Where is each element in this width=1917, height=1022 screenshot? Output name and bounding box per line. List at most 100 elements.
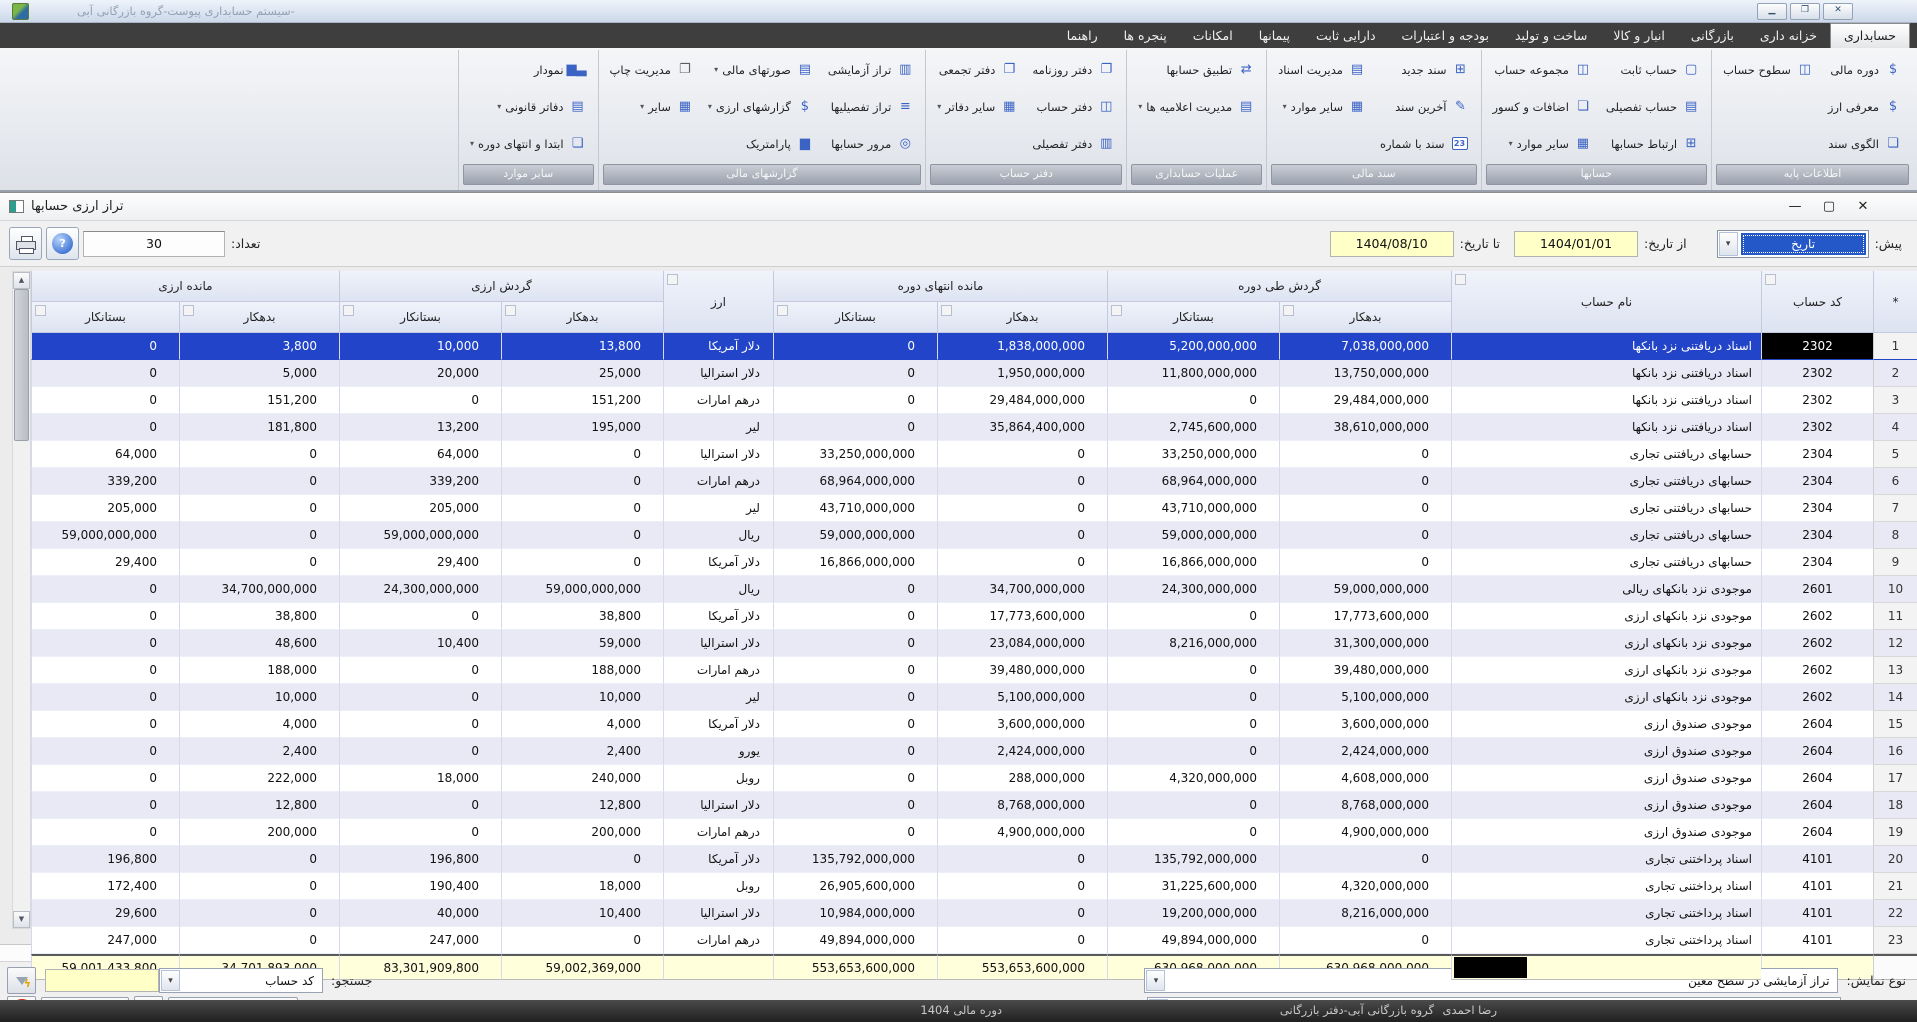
period-credit-cell[interactable]: 33,250,000,000 [1107,441,1279,468]
period-debit-cell[interactable]: 0 [1279,846,1451,873]
account-code-cell[interactable]: 2304 [1761,495,1873,522]
period-credit-cell[interactable]: 0 [1107,819,1279,846]
ending-debit-cell[interactable]: 5,100,000,000 [937,684,1107,711]
account-code-cell[interactable]: 2601 [1761,576,1873,603]
fx-turnover-credit-cell[interactable]: 0 [339,819,501,846]
period-debit-cell[interactable]: 8,216,000,000 [1279,900,1451,927]
fx-balance-credit-cell[interactable]: 0 [31,792,179,819]
filter-by-combobox[interactable]: تاریخ ▾ [1717,230,1869,258]
row-number-cell[interactable]: 17 [1873,765,1917,792]
chevron-down-icon[interactable]: ▾ [161,970,180,991]
ending-debit-cell[interactable]: 1,838,000,000 [937,333,1107,360]
ending-debit-cell[interactable]: 0 [937,873,1107,900]
to-date-field[interactable]: 1404/08/10 [1330,231,1454,257]
ending-debit-cell[interactable]: 23,084,000,000 [937,630,1107,657]
fx-balance-debit-cell[interactable]: 12,800 [179,792,339,819]
menu-tab-5[interactable]: ساخت و تولید [1502,23,1600,48]
period-debit-cell[interactable]: 8,768,000,000 [1279,792,1451,819]
row-number-cell[interactable]: 22 [1873,900,1917,927]
fx-balance-debit-cell[interactable]: 0 [179,873,339,900]
fx-balance-credit-cell[interactable]: 59,000,000,000 [31,522,179,549]
doc-close-button[interactable]: ✕ [1846,199,1880,214]
column-checkbox[interactable] [35,305,46,316]
fx-turnover-debit-cell[interactable]: 200,000 [501,819,663,846]
fx-turnover-debit-cell[interactable]: 0 [501,468,663,495]
fx-balance-debit-cell[interactable]: 181,800 [179,414,339,441]
period-debit-cell[interactable]: 0 [1279,522,1451,549]
table-row[interactable]: 52304حسابهای دریافتنی تجاری033,250,000,0… [31,441,1917,468]
ending-credit-cell[interactable]: 0 [773,819,937,846]
fx-turnover-credit-cell[interactable]: 24,300,000,000 [339,576,501,603]
menu-tab-10[interactable]: پنجره ها [1111,23,1180,48]
ribbon-button[interactable]: ❐دفتر تجمعی [930,51,1025,88]
fx-turnover-debit-cell[interactable]: 25,000 [501,360,663,387]
currency-cell[interactable]: لیر [663,414,773,441]
period-credit-cell[interactable]: 0 [1107,657,1279,684]
menu-tab-6[interactable]: بودجه و اعتبارات [1389,23,1502,48]
fx-turnover-debit-cell[interactable]: 2,400 [501,738,663,765]
fx-balance-credit-cell[interactable]: 0 [31,630,179,657]
account-name-cell[interactable]: اسناد دریافتنی نزد بانکها [1451,387,1761,414]
table-row[interactable]: 192604موجودی صندوق ارزی4,900,000,00004,9… [31,819,1917,846]
period-debit-cell[interactable]: 31,300,000,000 [1279,630,1451,657]
period-debit-cell[interactable]: 4,320,000,000 [1279,873,1451,900]
row-number-cell[interactable]: 15 [1873,711,1917,738]
fx-turnover-credit-cell[interactable]: 196,800 [339,846,501,873]
account-name-cell[interactable]: اسناد دریافتنی نزد بانکها [1451,414,1761,441]
fx-turnover-credit-cell[interactable]: 13,200 [339,414,501,441]
account-code-header[interactable]: کد حساب [1761,271,1873,333]
ending-credit-cell[interactable]: 26,905,600,000 [773,873,937,900]
fx-balance-debit-cell[interactable]: 3,800 [179,333,339,360]
period-debit-cell[interactable]: 38,610,000,000 [1279,414,1451,441]
row-number-cell[interactable]: 20 [1873,846,1917,873]
fx-turnover-debit-cell[interactable]: 0 [501,549,663,576]
ribbon-button[interactable]: ◫سطوح حساب [1716,51,1821,88]
account-name-cell[interactable]: حسابهای دریافتنی تجاری [1451,549,1761,576]
period-credit-cell[interactable]: 135,792,000,000 [1107,846,1279,873]
currency-cell[interactable]: دلار استرالیا [663,441,773,468]
account-name-cell[interactable]: حسابهای دریافتنی تجاری [1451,441,1761,468]
account-code-cell[interactable]: 2602 [1761,603,1873,630]
table-row[interactable]: 142602موجودی نزد بانکهای ارزی5,100,000,0… [31,684,1917,711]
period-debit-cell[interactable]: 0 [1279,549,1451,576]
fx-balance-debit-cell[interactable]: 0 [179,495,339,522]
table-row[interactable]: 234101اسناد پرداختنی تجاری049,894,000,00… [31,927,1917,954]
period-credit-cell[interactable]: 31,225,600,000 [1107,873,1279,900]
ribbon-button[interactable]: ▤مدیریت اعلامیه ها▾ [1131,88,1262,125]
fx-turnover-credit-cell[interactable]: 10,000 [339,333,501,360]
table-row[interactable]: 62304حسابهای دریافتنی تجاری068,964,000,0… [31,468,1917,495]
currency-cell[interactable]: دلار استرالیا [663,900,773,927]
period-debit-cell[interactable]: 0 [1279,468,1451,495]
table-row[interactable]: 152604موجودی صندوق ارزی3,600,000,00003,6… [31,711,1917,738]
row-number-cell[interactable]: 8 [1873,522,1917,549]
account-code-cell[interactable]: 2304 [1761,522,1873,549]
fx-turnover-credit-cell[interactable]: 29,400 [339,549,501,576]
fx-balance-credit-cell[interactable]: 0 [31,765,179,792]
account-name-cell[interactable]: موجودی نزد بانکهای ارزی [1451,657,1761,684]
fx-balance-credit-cell[interactable]: 0 [31,738,179,765]
ending-debit-cell[interactable]: 0 [937,900,1107,927]
period-debit-cell[interactable]: 13,750,000,000 [1279,360,1451,387]
column-checkbox[interactable] [1111,305,1122,316]
currency-cell[interactable]: روبل [663,873,773,900]
period-debit-cell[interactable]: 39,480,000,000 [1279,657,1451,684]
period-credit-cell[interactable]: 19,200,000,000 [1107,900,1279,927]
debit-subheader[interactable]: بدهکار [501,302,663,333]
ending-credit-cell[interactable]: 0 [773,360,937,387]
ribbon-button[interactable]: ❏ابتدا و انتهای دوره▾ [463,125,594,162]
column-checkbox[interactable] [777,305,788,316]
fx-turnover-debit-cell[interactable]: 13,800 [501,333,663,360]
ending-credit-cell[interactable]: 43,710,000,000 [773,495,937,522]
fx-balance-debit-cell[interactable]: 34,700,000,000 [179,576,339,603]
account-name-cell[interactable]: حسابهای دریافتنی تجاری [1451,522,1761,549]
ribbon-button[interactable]: $گزارشهای ارزی▾ [701,88,821,125]
currency-cell[interactable]: دلار آمریکا [663,549,773,576]
account-name-cell[interactable]: موجودی صندوق ارزی [1451,819,1761,846]
fx-balance-credit-cell[interactable]: 205,000 [31,495,179,522]
period-debit-cell[interactable]: 2,424,000,000 [1279,738,1451,765]
ending-credit-cell[interactable]: 135,792,000,000 [773,846,937,873]
ending-debit-cell[interactable]: 29,484,000,000 [937,387,1107,414]
fx-turnover-credit-cell[interactable]: 40,000 [339,900,501,927]
fx-turnover-credit-cell[interactable]: 0 [339,792,501,819]
fx-balance-debit-cell[interactable]: 0 [179,900,339,927]
